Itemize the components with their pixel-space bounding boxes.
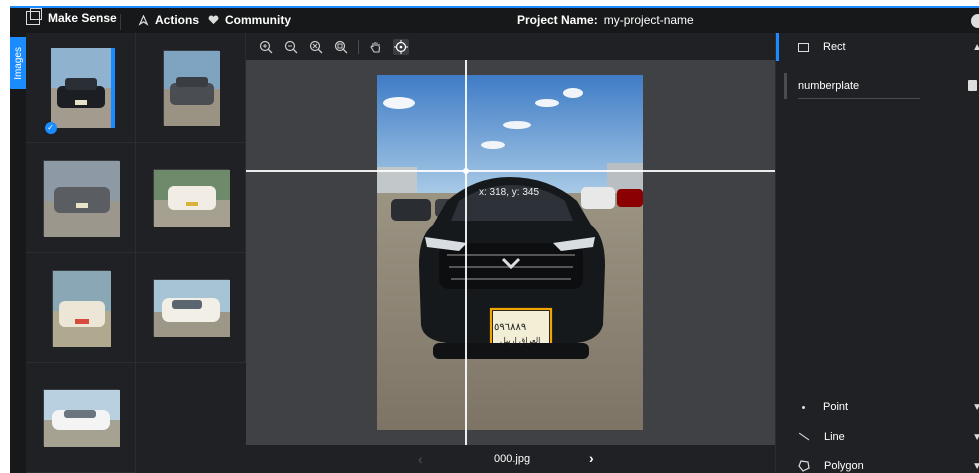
chevron-down-icon[interactable]: ▼ bbox=[972, 461, 979, 472]
heart-icon bbox=[208, 15, 219, 25]
toolbar-divider bbox=[358, 39, 359, 54]
check-icon: ✓ bbox=[44, 121, 57, 134]
line-section-header[interactable]: Line ▼ bbox=[776, 423, 979, 451]
actions-menu[interactable]: Actions bbox=[138, 13, 199, 27]
user-icon[interactable] bbox=[971, 14, 979, 28]
left-side-tabs: Images bbox=[10, 33, 26, 473]
thumbnail-cell[interactable] bbox=[136, 253, 246, 363]
project-name[interactable]: Project Name: my-project-name bbox=[517, 13, 694, 27]
actions-icon bbox=[138, 14, 149, 26]
image-navigation-bar: ‹ 000.jpg › bbox=[246, 445, 775, 473]
crosshair-horizontal bbox=[246, 170, 775, 172]
thumbnail-cell[interactable]: ✓ bbox=[26, 33, 136, 143]
crosshair-icon[interactable] bbox=[393, 38, 409, 55]
thumbnail-image[interactable] bbox=[152, 279, 230, 337]
thumbnail-cell[interactable] bbox=[26, 253, 136, 363]
next-image-button[interactable]: › bbox=[589, 450, 594, 466]
brand-name: Make Sense bbox=[48, 11, 117, 25]
previous-image-button[interactable]: ‹ bbox=[418, 451, 423, 467]
chevron-up-icon[interactable]: ▲ bbox=[972, 42, 979, 53]
labels-panel: Rect ▲ numberplate Point ▼ Line ▼ Polygo… bbox=[775, 33, 979, 473]
car-thumbnail-4 bbox=[153, 170, 230, 227]
thumbnail-image[interactable] bbox=[51, 269, 111, 347]
plate-overlay: ٥٩٦٨٨٩ العراق اربيل bbox=[494, 322, 540, 345]
label-name[interactable]: numberplate bbox=[798, 80, 859, 92]
app-window: Make Sense Actions Community Project Nam… bbox=[10, 6, 979, 473]
brand[interactable]: Make Sense bbox=[26, 8, 117, 25]
cursor-dot bbox=[463, 168, 469, 174]
zoom-fit-icon[interactable] bbox=[308, 39, 324, 55]
car-thumbnail-5 bbox=[52, 270, 111, 347]
zoom-in-icon[interactable] bbox=[258, 39, 274, 55]
car-thumbnail-3 bbox=[43, 160, 120, 237]
polygon-icon bbox=[798, 460, 810, 472]
line-label: Line bbox=[824, 431, 845, 443]
rectangle-icon bbox=[798, 42, 809, 52]
thumbnail-image[interactable] bbox=[162, 50, 220, 126]
svg-text:٥٩٦٨٨٩: ٥٩٦٨٨٩ bbox=[494, 322, 526, 333]
thumbnail-cell[interactable] bbox=[136, 33, 246, 143]
car-thumbnail-2 bbox=[163, 51, 220, 126]
selected-indicator bbox=[111, 47, 115, 128]
car-thumbnail-6 bbox=[153, 280, 230, 337]
chevron-down-icon[interactable]: ▼ bbox=[972, 402, 979, 413]
thumbnail-cell[interactable] bbox=[136, 143, 246, 253]
car-thumbnail-7 bbox=[43, 390, 120, 447]
actions-label: Actions bbox=[155, 13, 200, 27]
image-filename: 000.jpg bbox=[494, 453, 531, 465]
divider bbox=[120, 14, 121, 30]
thumbnail-cell[interactable] bbox=[26, 363, 136, 473]
thumbnail-image[interactable] bbox=[152, 169, 230, 227]
thumbnail-image-selected[interactable]: ✓ bbox=[44, 47, 115, 134]
community-label: Community bbox=[225, 13, 291, 27]
images-tab-label: Images bbox=[12, 46, 24, 80]
canvas-toolbar bbox=[246, 33, 775, 60]
thumbnail-cell[interactable] bbox=[26, 143, 136, 253]
label-input-underline bbox=[798, 98, 920, 99]
thumbnail-image[interactable] bbox=[42, 159, 120, 237]
project-name-label: Project Name: bbox=[517, 13, 598, 27]
point-label: Point bbox=[823, 401, 849, 413]
delete-label-icon[interactable] bbox=[968, 80, 977, 91]
images-tab[interactable]: Images bbox=[10, 37, 26, 89]
polygon-section-header[interactable]: Polygon ▼ bbox=[776, 452, 979, 473]
annotation-canvas[interactable]: ٥٩٦٨٨٩ العراق اربيل x: 318, y: 345 bbox=[246, 60, 775, 445]
crosshair-vertical bbox=[465, 60, 467, 445]
zoom-max-icon[interactable] bbox=[333, 39, 349, 55]
rect-section-header[interactable]: Rect ▲ bbox=[776, 33, 979, 61]
point-icon bbox=[798, 406, 809, 409]
community-menu[interactable]: Community bbox=[208, 13, 291, 27]
line-icon bbox=[798, 433, 810, 441]
chevron-down-icon[interactable]: ▼ bbox=[972, 432, 979, 443]
label-color-bar bbox=[784, 73, 787, 99]
logo-icon bbox=[26, 8, 42, 25]
image-thumbnail-grid: ✓ bbox=[26, 33, 246, 473]
zoom-out-icon[interactable] bbox=[283, 39, 299, 55]
rect-label: Rect bbox=[823, 41, 846, 53]
hand-icon[interactable] bbox=[368, 39, 384, 55]
svg-text:العراق اربيل: العراق اربيل bbox=[500, 336, 540, 345]
thumbnail-image[interactable] bbox=[42, 389, 120, 447]
polygon-label: Polygon bbox=[824, 460, 864, 472]
cursor-coordinates: x: 318, y: 345 bbox=[479, 187, 540, 198]
project-name-value: my-project-name bbox=[603, 13, 694, 27]
label-item[interactable]: numberplate bbox=[784, 73, 977, 99]
car-thumbnail-1 bbox=[50, 47, 111, 128]
point-section-header[interactable]: Point ▼ bbox=[776, 393, 979, 421]
top-navigation-bar: Make Sense Actions Community Project Nam… bbox=[10, 6, 979, 33]
